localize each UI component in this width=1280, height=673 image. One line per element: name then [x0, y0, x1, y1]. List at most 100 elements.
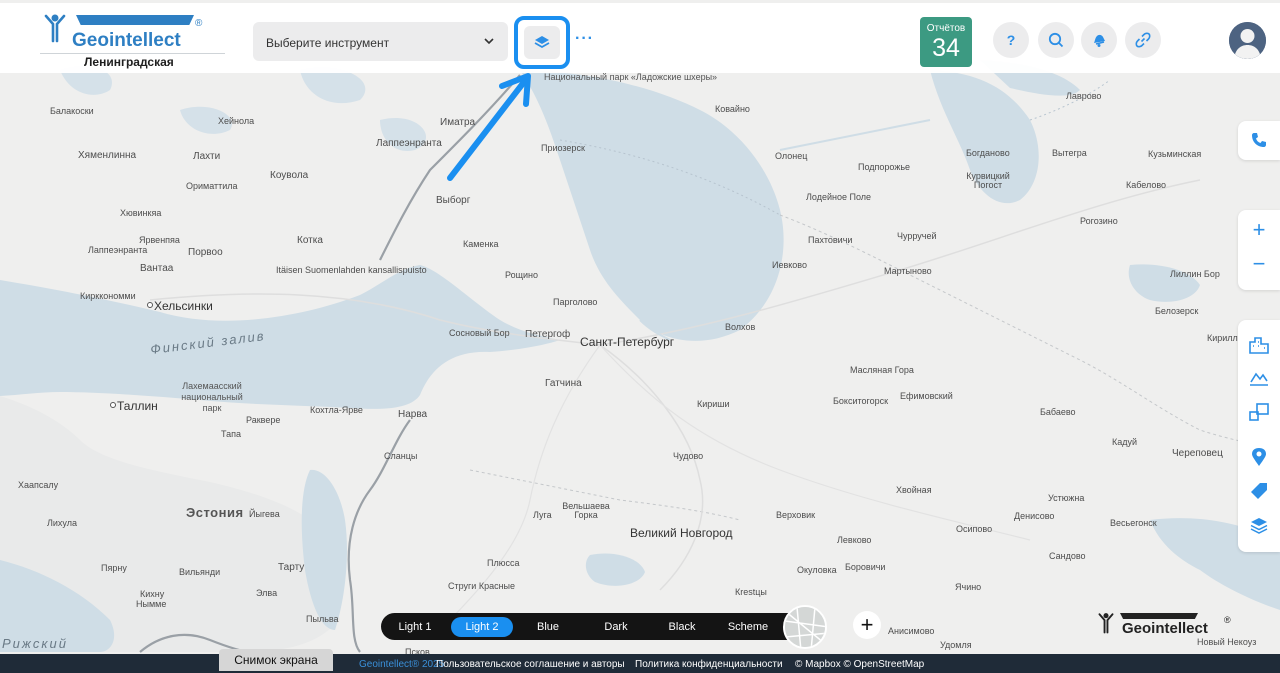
map-label: Вильянди	[179, 567, 221, 577]
watermark-reg: ®	[1224, 615, 1231, 625]
map-label: Курвицкий Погост	[966, 171, 1010, 190]
map-label: Лихула	[47, 518, 77, 528]
map-label: Лиллин Бор	[1170, 269, 1220, 279]
heatmap-icon	[1250, 372, 1268, 386]
tool-select[interactable]: Выберите инструмент	[253, 22, 508, 61]
map-label: Бокситогорск	[833, 396, 889, 406]
user-avatar-icon	[1229, 22, 1266, 59]
notifications-button[interactable]	[1081, 22, 1117, 58]
brand-reg: ®	[195, 18, 203, 29]
more-button[interactable]: ···	[575, 30, 594, 48]
brand-hat-icon	[1120, 613, 1198, 619]
map-label: Иевково	[772, 260, 807, 270]
map-label: Лаппеэнранта	[376, 138, 442, 149]
buildings-icon	[1249, 337, 1269, 354]
map-label: Верховик	[776, 510, 816, 520]
map-label: Кузьминская	[1148, 149, 1202, 159]
brand-name: Geointellect	[72, 30, 181, 51]
link-icon	[1135, 32, 1151, 48]
map-label: Рощино	[505, 270, 539, 280]
style-option-light-2[interactable]: Light 2	[451, 617, 513, 637]
map-label: Струги Красные	[448, 581, 516, 591]
footer-terms-link[interactable]: Пользовательское соглашение и авторы	[436, 659, 625, 670]
map-canvas[interactable]: Бaлакоски Хяменлинна Лахти Коувола Хейно…	[0, 0, 1280, 673]
brand-person-icon	[1098, 613, 1114, 634]
footer-copyright: Geointellect® 2025	[359, 659, 445, 670]
buildings-button[interactable]	[1248, 334, 1270, 356]
map-label: Олонец	[775, 151, 808, 161]
style-option-scheme[interactable]: Scheme	[721, 617, 775, 637]
heatmap-button[interactable]	[1248, 367, 1270, 389]
tag-button[interactable]	[1248, 480, 1270, 502]
map-label: Денисово	[1014, 511, 1055, 521]
map-label: Белозерск	[1155, 306, 1199, 316]
map-label: Нарва	[398, 409, 428, 420]
map-label: Кrestцы	[735, 587, 767, 597]
phone-icon	[1252, 133, 1266, 147]
map-label: Хаапсалу	[18, 480, 59, 490]
map-label: Ячино	[955, 582, 982, 592]
map-label: Новый Некоуз	[1197, 637, 1257, 647]
style-option-blue[interactable]: Blue	[523, 617, 573, 637]
map-label: Порвоо	[188, 247, 223, 258]
map-label: Лаврово	[1066, 91, 1102, 101]
map-label: Ориматтила	[186, 181, 238, 191]
zoom-in-button[interactable]: +	[1238, 219, 1280, 241]
search-button[interactable]	[1038, 22, 1074, 58]
park-label: Itäisen Suomenlahden kansallispuisto	[276, 265, 427, 275]
map-label: Богданово	[966, 148, 1010, 158]
map-label: Анисимово	[888, 626, 935, 636]
brand-person-icon	[44, 14, 66, 43]
style-option-light-1[interactable]: Light 1	[389, 617, 441, 637]
reports-count: 34	[932, 34, 960, 62]
add-style-button[interactable]: +	[853, 611, 881, 639]
poi-button[interactable]	[1248, 401, 1270, 423]
share-link-button[interactable]	[1125, 22, 1161, 58]
rail-layers-button[interactable]	[1248, 514, 1270, 536]
map-label: Рогозино	[1080, 216, 1118, 226]
map-label: Кабелово	[1126, 180, 1167, 190]
help-icon: ?	[1006, 32, 1016, 48]
map-label: Подпорожье	[858, 162, 911, 172]
map-label: Волхов	[725, 322, 756, 332]
map-label: Йыгева	[249, 509, 280, 519]
map-label: Вантаа	[140, 263, 174, 274]
layers-button[interactable]	[514, 16, 570, 69]
park-label: Национальный парк «Ладожские шхеры»	[544, 72, 718, 82]
zoom-controls: + −	[1238, 210, 1280, 290]
map-label: Ярвенпяа	[139, 235, 180, 245]
location-button[interactable]	[1248, 446, 1270, 468]
zoom-out-button[interactable]: −	[1238, 253, 1280, 275]
screenshot-tooltip: Снимок экрана	[219, 649, 333, 671]
map-label: Лаппеэнранта	[88, 245, 148, 255]
style-option-dark[interactable]: Dark	[591, 617, 641, 637]
map-label: Кадуй	[1112, 437, 1138, 447]
map-label: Чурручей	[897, 231, 937, 241]
map-label: Вельшаева Горка	[562, 501, 610, 520]
user-avatar[interactable]	[1229, 22, 1266, 59]
chevron-down-icon	[484, 38, 494, 45]
map-label-spb: Санкт-Петербург	[580, 335, 675, 349]
contact-phone-button[interactable]	[1238, 121, 1280, 160]
layers-icon	[1250, 517, 1268, 534]
map-label-estonia: Эстония	[186, 505, 244, 520]
footer-privacy-link[interactable]: Политика конфиденциальности	[635, 659, 783, 670]
map-label: Боровичи	[845, 562, 886, 572]
reports-label: Отчётов	[926, 23, 966, 34]
map-label: Кихну	[140, 589, 165, 599]
map-label: Мартыново	[884, 266, 932, 276]
map-label: Бaлакоски	[50, 106, 94, 116]
map-label: Петергоф	[525, 329, 571, 340]
map-label: Чудово	[673, 451, 704, 461]
style-option-black[interactable]: Black	[657, 617, 707, 637]
map-label: Нымме	[136, 599, 167, 609]
reports-counter[interactable]: Отчётов 34	[920, 17, 972, 67]
region-name[interactable]: Ленинградская	[84, 55, 174, 69]
map-label: Кириши	[697, 399, 730, 409]
footer-attribution[interactable]: © Mapbox © OpenStreetMap	[795, 659, 924, 670]
satellite-style-thumbnail[interactable]	[783, 605, 827, 649]
watermark-brand: Geointellect	[1122, 620, 1208, 637]
help-button[interactable]: ?	[993, 22, 1029, 58]
map-label: Хейнола	[218, 116, 255, 126]
map-label-tallinn: Таллин	[110, 399, 158, 413]
